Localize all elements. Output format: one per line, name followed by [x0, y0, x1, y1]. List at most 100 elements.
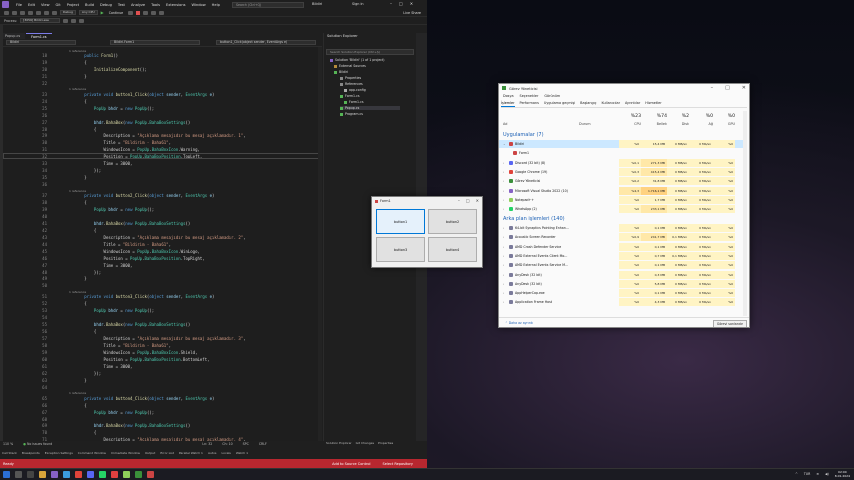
task-view-icon[interactable]	[27, 471, 34, 478]
col-network[interactable]: Ağ	[689, 122, 713, 126]
menu-git[interactable]: Git	[53, 3, 64, 7]
tool-tab[interactable]: Command Window	[78, 451, 106, 455]
end-task-button[interactable]: Görevi sonlandır	[712, 320, 747, 327]
recorder-icon[interactable]	[111, 471, 118, 478]
process-row[interactable]: › Google Chrome (19) %0,3 415,4 MB 0 MB/sn 0 …	[499, 167, 745, 176]
menu-gorunum[interactable]: Görünüm	[544, 94, 560, 98]
col-memory[interactable]: Bellek	[641, 122, 667, 126]
maximize-icon[interactable]: □	[399, 1, 403, 6]
menu-test[interactable]: Test	[115, 3, 128, 7]
issues-indicator[interactable]: ● No issues found	[23, 442, 52, 446]
menu-secenekler[interactable]: Seçenekler	[520, 94, 539, 98]
continue-button[interactable]: Continue	[107, 11, 125, 15]
process-row[interactable]: › Application Frame Host %0 4,3 MB 0 MB/sn 0 …	[499, 298, 745, 307]
expand-chevron-icon[interactable]: ›	[503, 161, 504, 165]
sign-in-link[interactable]: Sign in	[352, 2, 364, 6]
expand-chevron-icon[interactable]: ›	[503, 207, 504, 211]
process-row[interactable]: ⌄ Bildiri %0 15,4 MB 0 MB/sn 0 Mb/sn %0	[499, 140, 745, 148]
expand-chevron-icon[interactable]: ›	[503, 226, 504, 230]
minimize-icon[interactable]: –	[390, 1, 392, 6]
expand-chevron-icon[interactable]: ›	[503, 235, 504, 239]
menu-file[interactable]: File	[13, 3, 25, 7]
menu-extensions[interactable]: Extensions	[163, 3, 189, 7]
codelens-reference[interactable]: 1 reference	[69, 87, 86, 91]
add-source-control-button[interactable]: Add to Source Control	[332, 462, 370, 466]
codelens-reference[interactable]: 1 reference	[69, 49, 86, 53]
form1-taskbar-icon[interactable]	[147, 471, 154, 478]
menu-debug[interactable]: Debug	[97, 3, 115, 7]
tm-scrollbar[interactable]	[743, 111, 747, 316]
forward-icon[interactable]	[12, 10, 17, 15]
tree-item-external-sources[interactable]: External Sources	[334, 64, 366, 68]
zoom-level[interactable]: 110 %	[3, 442, 13, 446]
expand-chevron-icon[interactable]: ⌄	[503, 142, 506, 146]
step-over-icon[interactable]	[151, 10, 157, 15]
expand-chevron-icon[interactable]: ›	[503, 198, 504, 202]
tree-item-project[interactable]: Bildiri	[334, 70, 348, 74]
step-into-icon[interactable]	[159, 10, 165, 15]
process-row[interactable]: › Notepad++ %0 1,7 MB 0 MB/sn 0 Mb/sn %0	[499, 195, 745, 204]
expand-chevron-icon[interactable]: ›	[503, 263, 504, 267]
new-item-icon[interactable]	[20, 10, 25, 15]
expand-chevron-icon[interactable]: ›	[503, 179, 504, 183]
button4[interactable]: button4	[428, 237, 477, 262]
tree-item-solution[interactable]: Solution 'Bildiri' (1 of 1 project)	[330, 58, 385, 62]
tool-tab[interactable]: Breakpoints	[22, 451, 40, 455]
maximize-icon[interactable]: □	[725, 85, 730, 91]
col-gpu[interactable]: GPU	[713, 122, 735, 126]
tree-item-form1-cs-child[interactable]: Form1.cs	[344, 100, 363, 104]
class-dropdown[interactable]: Bildiri.Form1	[110, 40, 200, 45]
edge-icon[interactable]	[63, 471, 70, 478]
tool-tab[interactable]: Parallel Watch 1	[179, 451, 203, 455]
process-row[interactable]: › Discord (32 bit) (8) %0,1 271,3 MB 0 MB/sn…	[499, 158, 745, 167]
tool-tab[interactable]: Output	[145, 451, 155, 455]
codelens-reference[interactable]: 1 reference	[69, 391, 86, 395]
tab-uygulama-gecmisi[interactable]: Uygulama geçmişi	[544, 101, 575, 107]
whatsapp-icon[interactable]	[99, 471, 106, 478]
expand-chevron-icon[interactable]: ›	[503, 245, 504, 249]
process-row[interactable]: › 64-bit Synaptics Pointing Enhan... %0 0,1…	[499, 224, 745, 232]
tab-baslangic[interactable]: Başlangıç	[580, 101, 596, 107]
tool-tab[interactable]: Call Stack	[2, 451, 17, 455]
code-editor[interactable]: 18 19 20 21 22 23 24 25 26 27 28 29 30 31 32 33 34 35 36 37…	[3, 47, 321, 441]
stop-icon[interactable]	[136, 10, 141, 15]
stack-frame-icon[interactable]	[79, 18, 85, 23]
tool-tab[interactable]: Watch 1	[236, 451, 248, 455]
visual-studio-icon[interactable]	[51, 471, 58, 478]
fewer-details-link[interactable]: ⌃ Daha az ayrıntı	[505, 321, 533, 325]
vs-search-box[interactable]: Search (Ctrl+Q)	[232, 2, 304, 8]
button3[interactable]: button3	[376, 237, 425, 262]
close-icon[interactable]: ✕	[476, 198, 479, 203]
expand-chevron-icon[interactable]: ›	[503, 273, 504, 277]
close-icon[interactable]: ✕	[410, 1, 413, 6]
solution-explorer-search[interactable]: Search Solution Explorer (Ctrl+Ş)	[326, 49, 414, 55]
maximize-icon[interactable]: □	[466, 198, 470, 203]
process-row[interactable]: › AMD External Events Client Mo... %0 0,7 M…	[499, 251, 745, 260]
col-status[interactable]: Durum	[579, 122, 591, 126]
lifecycle-icon[interactable]	[63, 18, 69, 23]
process-row[interactable]: › Görev Yöneticisi %0,2 31,8 MB 0 MB/sn 0 Mb/…	[499, 177, 745, 186]
expand-chevron-icon[interactable]: ›	[503, 282, 504, 286]
platform-dropdown[interactable]: Any CPU	[78, 10, 98, 15]
button2[interactable]: button2	[428, 209, 477, 234]
chevron-up-icon[interactable]: ^	[795, 472, 798, 476]
editor-scrollbar[interactable]	[318, 47, 322, 441]
minimize-icon[interactable]: –	[458, 198, 460, 203]
close-icon[interactable]: ✕	[742, 85, 746, 91]
tab-hizmetler[interactable]: Hizmetler	[645, 101, 661, 107]
menu-project[interactable]: Project	[64, 3, 82, 7]
col-name[interactable]: Ad	[503, 122, 507, 126]
tab-git-changes[interactable]: Git Changes	[356, 441, 374, 448]
expand-chevron-icon[interactable]: ›	[503, 254, 504, 258]
tab-ayrintilar[interactable]: Ayrıntılar	[625, 101, 640, 107]
menu-dosya[interactable]: Dosya	[503, 94, 514, 98]
tool-tab[interactable]: Locals	[222, 451, 231, 455]
menu-help[interactable]: Help	[209, 3, 223, 7]
tab-islemler[interactable]: İşlemler	[501, 101, 515, 107]
pause-icon[interactable]	[128, 10, 134, 15]
tree-item-references[interactable]: References	[340, 82, 363, 86]
codelens-reference[interactable]: 1 reference	[69, 189, 86, 193]
expand-chevron-icon[interactable]: ›	[503, 189, 504, 193]
tool-tab[interactable]: Exception Settings	[45, 451, 73, 455]
search-icon[interactable]	[15, 471, 22, 478]
